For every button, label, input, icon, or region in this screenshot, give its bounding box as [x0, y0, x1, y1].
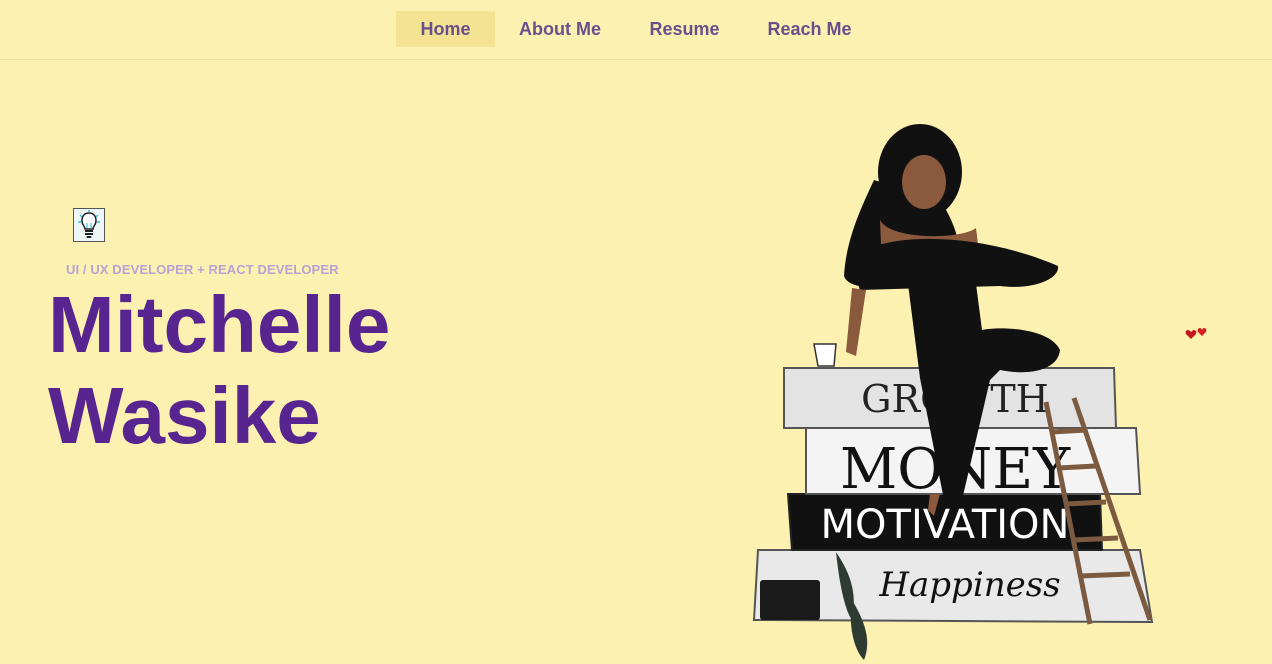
nav-item-home[interactable]: Home: [396, 11, 495, 47]
hearts-decoration: [1185, 327, 1209, 348]
book-label-happiness: Happiness: [878, 565, 1060, 605]
last-name-heading: Wasike: [48, 371, 321, 460]
top-navigation: Home About Me Resume Reach Me: [0, 0, 1272, 60]
woman-on-books-illustration: Happiness MOTIVATION MONEY GROWTH: [752, 124, 1154, 660]
lightbulb-icon: [73, 208, 105, 242]
book-label-motivation: MOTIVATION: [821, 502, 1070, 548]
nav-item-about-me[interactable]: About Me: [508, 11, 612, 47]
role-subtitle: UI / UX DEVELOPER + REACT DEVELOPER: [66, 262, 339, 277]
first-name-heading: Mitchelle: [48, 280, 391, 369]
nav-item-resume[interactable]: Resume: [640, 11, 729, 47]
nav-item-reach-me[interactable]: Reach Me: [757, 11, 862, 47]
